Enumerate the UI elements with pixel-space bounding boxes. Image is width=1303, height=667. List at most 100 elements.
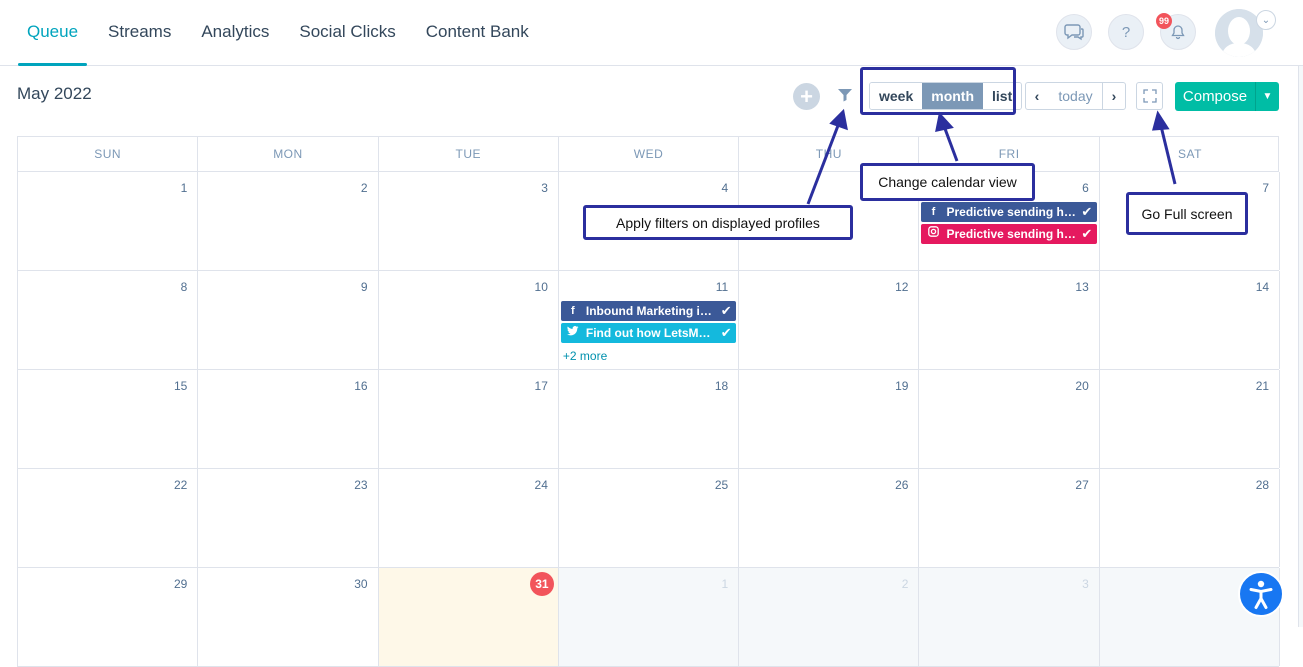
calendar-week: 8 9 10 11 f Inbound Marketing is ... ✔ F… <box>17 271 1281 370</box>
day-cell[interactable]: 9 <box>198 271 379 369</box>
post-text: Predictive sending he... <box>946 205 1077 219</box>
day-cell[interactable]: 27 <box>919 469 1100 567</box>
annotation-filters-text: Apply filters on displayed profiles <box>616 214 820 231</box>
scheduled-post[interactable]: f Inbound Marketing is ... ✔ <box>560 301 737 321</box>
tab-content-bank[interactable]: Content Bank <box>426 0 529 66</box>
chevron-left-icon: ‹ <box>1034 88 1040 104</box>
day-cell[interactable]: 30 <box>198 568 379 666</box>
day-cell[interactable]: 29 <box>18 568 199 666</box>
arrow-head <box>1152 110 1170 131</box>
next-button[interactable]: › <box>1102 82 1126 110</box>
day-number: 4 <box>721 181 729 195</box>
day-number: 3 <box>1082 577 1089 591</box>
day-cell[interactable]: 11 f Inbound Marketing is ... ✔ Find out… <box>559 271 740 369</box>
day-cell[interactable]: 21 <box>1100 370 1281 468</box>
day-number: 19 <box>895 379 909 393</box>
add-post-button[interactable]: + <box>793 83 820 110</box>
tab-analytics[interactable]: Analytics <box>201 0 269 66</box>
day-cell[interactable]: 13 <box>919 271 1100 369</box>
day-number: 28 <box>1255 478 1270 492</box>
day-cell[interactable]: 23 <box>198 469 379 567</box>
check-icon: ✔ <box>1081 204 1093 219</box>
day-number: 24 <box>534 478 548 492</box>
day-number: 10 <box>534 280 548 294</box>
calendar-header: SUN MON TUE WED THU FRI SAT <box>17 136 1279 172</box>
arrow-head <box>935 111 954 132</box>
twitter-icon <box>566 323 579 343</box>
more-posts-link[interactable]: +2 more <box>563 349 607 363</box>
account-menu-chevron-icon[interactable]: ⌄ <box>1256 10 1276 30</box>
check-icon: ✔ <box>1081 226 1093 241</box>
day-header: WED <box>559 137 740 171</box>
day-cell[interactable]: 20 <box>919 370 1100 468</box>
tab-social-clicks[interactable]: Social Clicks <box>299 0 395 66</box>
tab-streams[interactable]: Streams <box>108 0 171 66</box>
day-cell[interactable]: 28 <box>1100 469 1281 567</box>
day-number: 13 <box>1075 280 1089 294</box>
day-cell-next-month[interactable]: 2 <box>739 568 920 666</box>
day-cell[interactable]: 1 <box>18 172 199 270</box>
day-cell[interactable]: 25 <box>559 469 740 567</box>
day-cell-next-month[interactable]: 1 <box>558 568 740 666</box>
day-cell[interactable]: 18 <box>559 370 740 468</box>
day-number: 22 <box>173 478 188 492</box>
day-cell[interactable]: 2 <box>198 172 379 270</box>
calendar-week: 22 23 24 25 26 27 28 <box>17 469 1281 568</box>
help-button[interactable]: ? <box>1108 14 1144 50</box>
day-number: 21 <box>1255 379 1270 393</box>
plus-icon: + <box>800 83 813 109</box>
chat-icon <box>1064 24 1084 41</box>
day-cell[interactable]: 14 <box>1100 271 1281 369</box>
chat-button[interactable] <box>1056 14 1092 50</box>
day-number: 18 <box>714 379 729 393</box>
view-switcher-highlight <box>860 67 1016 115</box>
accessibility-icon <box>1249 580 1273 609</box>
day-cell[interactable]: 24 <box>379 469 559 567</box>
day-header: SUN <box>18 137 199 171</box>
day-number: 6 <box>1082 181 1089 195</box>
day-cell[interactable]: 17 <box>379 370 559 468</box>
instagram-icon <box>927 224 939 244</box>
annotation-view: Change calendar view <box>860 163 1035 201</box>
help-icon: ? <box>1121 23 1131 41</box>
day-cell[interactable]: 15 <box>18 370 199 468</box>
filter-icon[interactable] <box>836 86 854 104</box>
day-cell-next-month[interactable]: 3 <box>919 568 1100 666</box>
day-number: 1 <box>180 181 188 195</box>
today-button[interactable]: today <box>1048 82 1103 110</box>
tab-queue[interactable]: Queue <box>18 0 88 66</box>
previous-button[interactable]: ‹ <box>1025 82 1049 110</box>
notification-count-badge: 99 <box>1156 13 1172 29</box>
nav-tabs: Queue Streams Analytics Social Clicks Co… <box>18 0 559 66</box>
day-number: 1 <box>721 577 729 591</box>
fullscreen-button[interactable] <box>1136 82 1163 110</box>
day-number: 16 <box>354 379 368 393</box>
day-cell-today[interactable]: 31 <box>378 568 559 666</box>
day-cell[interactable]: 19 <box>739 370 920 468</box>
check-icon: ✔ <box>720 325 732 340</box>
day-cell[interactable]: 26 <box>739 469 920 567</box>
accessibility-button[interactable] <box>1238 571 1284 617</box>
scrollbar[interactable] <box>1298 66 1303 627</box>
day-cell[interactable]: 3 <box>379 172 559 270</box>
scheduled-post[interactable]: Predictive sending he... ✔ <box>921 224 1097 244</box>
compose-label: Compose <box>1182 88 1248 105</box>
day-cell[interactable]: 16 <box>198 370 379 468</box>
day-cell[interactable]: 10 <box>379 271 559 369</box>
day-header: MON <box>198 137 379 171</box>
day-number: 30 <box>354 577 368 591</box>
day-number: 3 <box>541 181 548 195</box>
annotation-view-text: Change calendar view <box>878 174 1017 190</box>
compose-button[interactable]: Compose ▼ <box>1175 82 1279 111</box>
day-number: 8 <box>180 280 188 294</box>
check-icon: ✔ <box>720 303 732 318</box>
day-number: 27 <box>1075 478 1089 492</box>
day-cell[interactable]: 8 <box>18 271 199 369</box>
post-text: Inbound Marketing is ... <box>585 304 717 318</box>
post-text: Find out how LetsMar... <box>585 326 717 340</box>
day-cell[interactable]: 22 <box>18 469 199 567</box>
caret-down-icon[interactable]: ▼ <box>1255 82 1279 111</box>
scheduled-post[interactable]: f Predictive sending he... ✔ <box>921 202 1097 222</box>
day-cell[interactable]: 12 <box>739 271 920 369</box>
scheduled-post[interactable]: Find out how LetsMar... ✔ <box>560 323 737 343</box>
